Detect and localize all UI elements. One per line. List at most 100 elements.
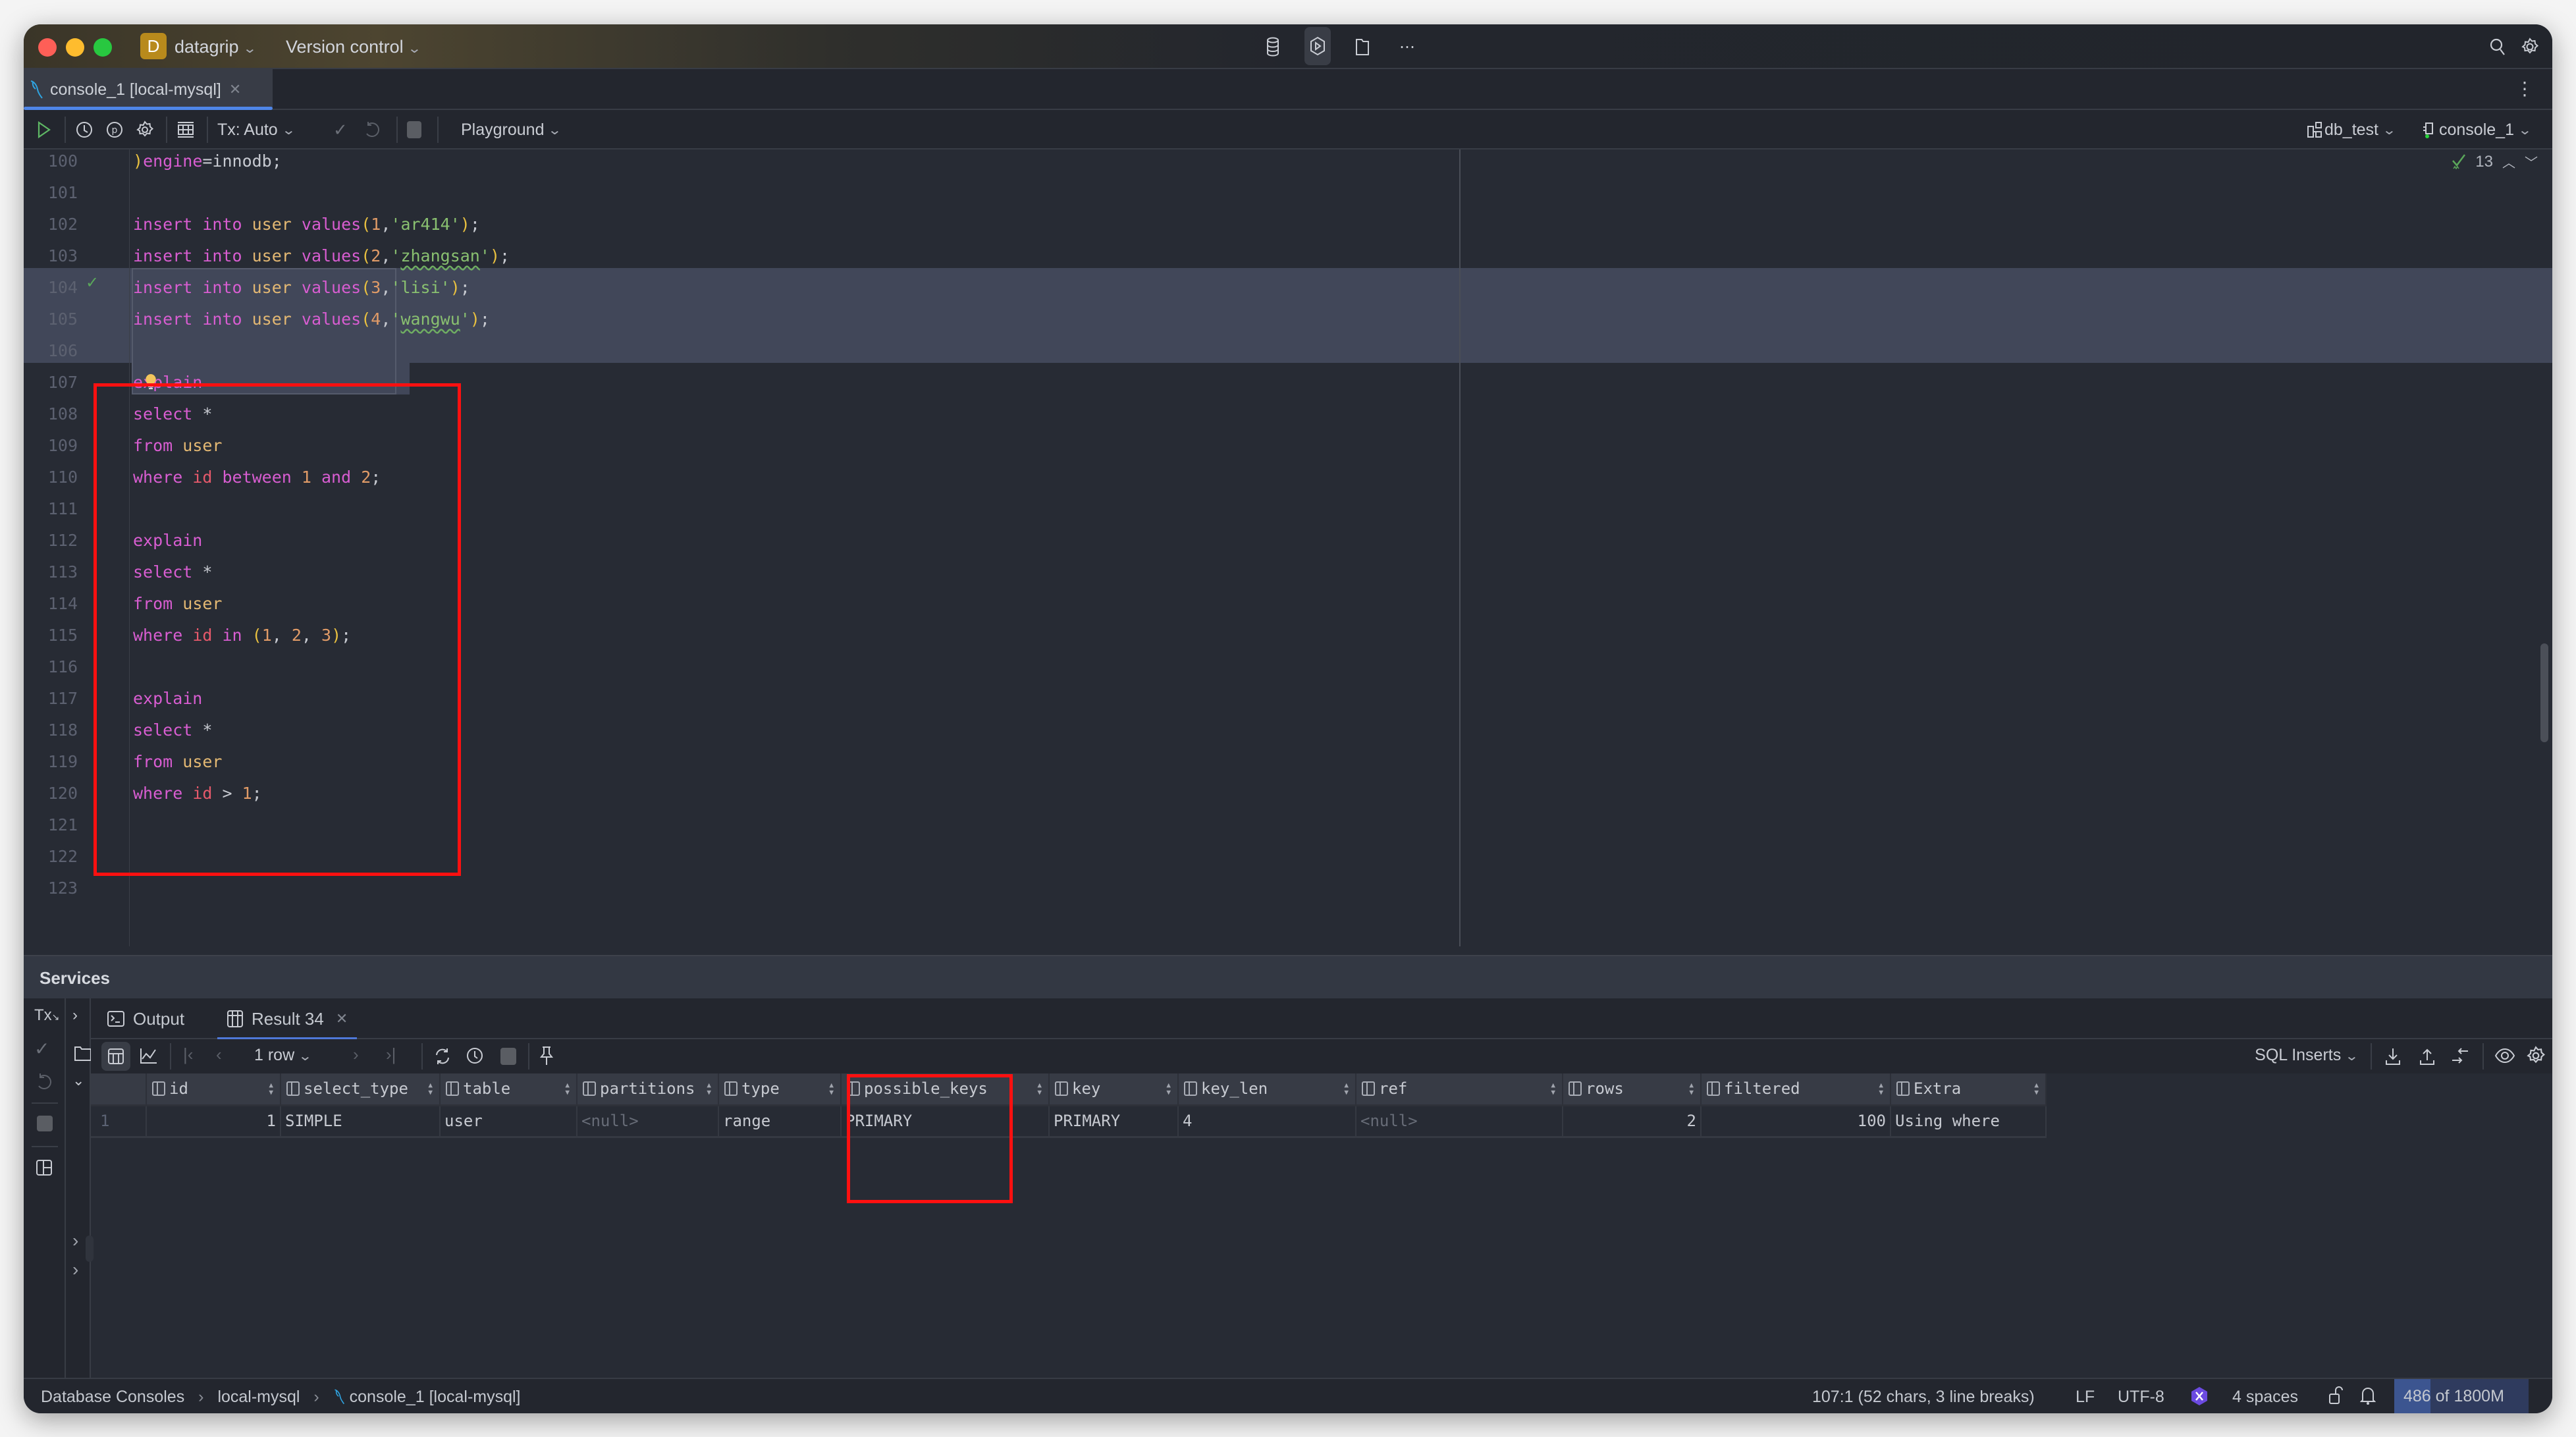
breadcrumb-item[interactable]: console_1 [local-mysql] [350, 1388, 521, 1406]
tab-output[interactable]: Output [107, 998, 184, 1039]
inspections-widget[interactable]: 13 ︿ ﹀ [2452, 152, 2538, 171]
pin-tab-button[interactable] [539, 1046, 554, 1066]
cell-ref[interactable]: <null> [1356, 1105, 1563, 1138]
expand-icon[interactable]: › [72, 1006, 78, 1025]
line-ending[interactable]: LF [2076, 1387, 2095, 1407]
explain-plan-button[interactable]: p [105, 118, 124, 142]
sort-icon[interactable]: ▲ ▼ [1551, 1081, 1555, 1096]
compare-button[interactable] [2451, 1047, 2471, 1066]
column-header-id[interactable]: id ▲ ▼ [146, 1073, 281, 1106]
horizontal-splitter-handle[interactable] [86, 1235, 94, 1262]
code-line[interactable]: 122 [24, 841, 2552, 873]
sort-icon[interactable]: ▲ ▼ [829, 1081, 834, 1096]
code-line[interactable]: 110 where id between 1 and 2; [24, 462, 2552, 493]
project-selector[interactable]: datagrip ⌄ [174, 35, 257, 61]
code-line[interactable]: 114 from user [24, 588, 2552, 620]
view-options-button[interactable] [2494, 1047, 2515, 1064]
tab-options-icon[interactable]: ⋮ [2515, 78, 2534, 99]
rollback-icon[interactable] [363, 118, 379, 142]
sql-editor[interactable]: 100)engine=innodb; 101 102 insert into user… [24, 149, 2552, 946]
cell-possible_keys[interactable]: PRIMARY [841, 1105, 1050, 1138]
column-header-table[interactable]: table ▲ ▼ [440, 1073, 577, 1106]
code-line[interactable]: 102 insert into user values(1,'ar414'); [24, 209, 2552, 240]
code-line[interactable]: 119 from user [24, 746, 2552, 778]
cell-rows[interactable]: 2 [1563, 1105, 1702, 1138]
cell-type[interactable]: range [718, 1105, 842, 1138]
code-line[interactable]: 115 where id in (1, 2, 3); [24, 620, 2552, 651]
commit-icon[interactable]: ✓ [34, 1038, 49, 1060]
code-line[interactable]: 108 select * [24, 398, 2552, 430]
more-icon[interactable]: ⋯ [1394, 34, 1420, 60]
sort-icon[interactable]: ▲ ▼ [1689, 1081, 1694, 1096]
sort-icon[interactable]: ▲ ▼ [1344, 1081, 1349, 1096]
export-format-dropdown[interactable]: SQL Inserts ⌄ [2255, 1046, 2359, 1065]
column-header-key_len[interactable]: key_len ▲ ▼ [1178, 1073, 1356, 1106]
stop-icon[interactable] [500, 1048, 516, 1065]
tx-icon[interactable]: Tx↘ [34, 1006, 59, 1025]
breadcrumb-item[interactable]: Database Consoles [41, 1388, 184, 1406]
code-line[interactable]: 106 [24, 335, 2552, 367]
grid-settings-button[interactable] [2526, 1046, 2546, 1066]
refresh-button[interactable] [433, 1047, 452, 1066]
first-page-icon[interactable]: |‹ [183, 1044, 193, 1065]
cell-extra[interactable]: Using where [1891, 1105, 2047, 1138]
code-line[interactable]: 109 from user [24, 430, 2552, 462]
sort-icon[interactable]: ▲ ▼ [2034, 1081, 2039, 1096]
code-line[interactable]: 104 insert into user values(3,'lisi'); [24, 272, 2552, 304]
result-view-button[interactable] [176, 118, 195, 142]
datasource-dropdown[interactable]: db_test ⌄ [2307, 118, 2396, 142]
code-line[interactable]: 101 [24, 177, 2552, 209]
close-tab-icon[interactable]: ✕ [229, 81, 241, 98]
vcs-selector[interactable]: Version control ⌄ [286, 35, 421, 61]
code-line[interactable]: 111 [24, 493, 2552, 525]
row-count-dropdown[interactable]: 1 row ⌄ [254, 1046, 312, 1065]
history-button[interactable] [75, 118, 94, 142]
column-header-type[interactable]: type ▲ ▼ [718, 1073, 842, 1106]
column-header-select_type[interactable]: select_type ▲ ▼ [281, 1073, 441, 1106]
previous-highlight-icon[interactable]: ︿ [2502, 152, 2515, 171]
playground-dropdown[interactable]: Playground ⌄ [461, 118, 562, 142]
cell-select_type[interactable]: SIMPLE [281, 1105, 441, 1138]
next-page-icon[interactable]: › [353, 1044, 359, 1065]
sort-icon[interactable]: ▲ ▼ [269, 1081, 273, 1096]
code-line[interactable]: 123 [24, 873, 2552, 904]
code-line[interactable]: 118 select * [24, 715, 2552, 746]
import-button[interactable] [2419, 1047, 2435, 1066]
collapse-icon[interactable]: ⌄ [72, 1072, 84, 1089]
notifications-icon[interactable] [2360, 1386, 2376, 1405]
cell-key_len[interactable]: 4 [1178, 1105, 1356, 1138]
database-icon[interactable] [1260, 34, 1286, 60]
sort-icon[interactable]: ▲ ▼ [565, 1081, 570, 1096]
previous-page-icon[interactable]: ‹ [216, 1044, 222, 1065]
cell-filtered[interactable]: 100 [1701, 1105, 1891, 1138]
sort-icon[interactable]: ▲ ▼ [1037, 1081, 1042, 1096]
layout-icon[interactable] [36, 1159, 53, 1176]
cell-key[interactable]: PRIMARY [1049, 1105, 1179, 1138]
rollback-icon[interactable] [36, 1072, 53, 1091]
close-tab-icon[interactable]: ✕ [336, 1010, 348, 1027]
stop-button[interactable] [407, 118, 421, 142]
code-line[interactable]: 121 [24, 809, 2552, 841]
column-header-ref[interactable]: ref ▲ ▼ [1356, 1073, 1563, 1106]
ai-assistant-icon[interactable] [2190, 1386, 2209, 1407]
minimize-window-button[interactable] [66, 38, 84, 57]
cell-table[interactable]: user [440, 1105, 577, 1138]
caret-position[interactable]: 107:1 (52 chars, 3 line breaks) [1812, 1387, 2035, 1407]
commit-icon[interactable]: ✓ [333, 118, 348, 142]
code-line[interactable]: 103 insert into user values(2,'zhangsan')… [24, 240, 2552, 272]
column-header-extra[interactable]: Extra ▲ ▼ [1891, 1073, 2047, 1106]
folder-icon[interactable] [1349, 34, 1376, 60]
run-button[interactable] [37, 118, 51, 142]
breadcrumb-item[interactable]: local-mysql [217, 1388, 300, 1406]
history-button[interactable] [466, 1047, 485, 1066]
memory-indicator[interactable]: 486 of 1800M [2394, 1379, 2529, 1413]
tab-result-34[interactable]: Result 34 ✕ [217, 998, 358, 1041]
code-line[interactable]: 116 [24, 651, 2552, 683]
session-dropdown[interactable]: console_1 ⌄ [2422, 118, 2532, 142]
column-header-possible_keys[interactable]: possible_keys ▲ ▼ [841, 1073, 1050, 1106]
tx-mode-dropdown[interactable]: Tx: Auto ⌄ [217, 118, 296, 142]
sort-icon[interactable]: ▲ ▼ [428, 1081, 433, 1096]
folder-icon[interactable] [74, 1046, 91, 1062]
row-number-header[interactable] [91, 1073, 147, 1106]
table-row[interactable]: 1 1 SIMPLE user <null> range PRIMARY PRIMARY 4 <n… [91, 1105, 2047, 1138]
